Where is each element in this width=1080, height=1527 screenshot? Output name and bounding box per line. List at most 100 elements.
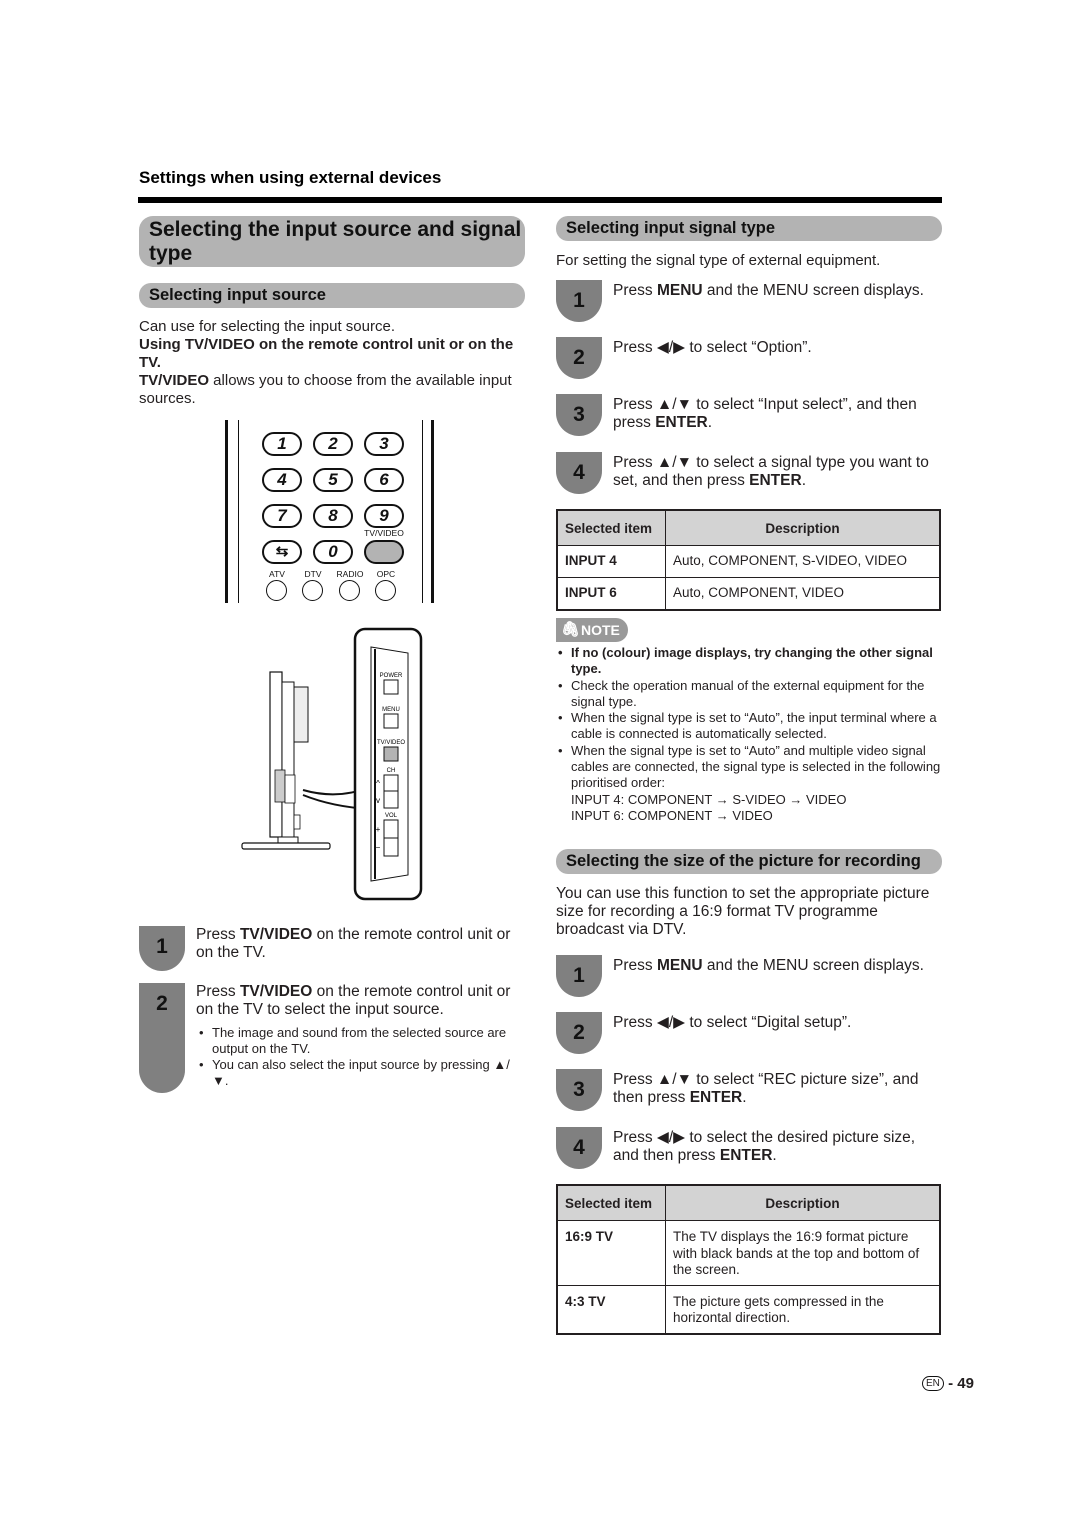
remote-button-7[interactable]: 7 <box>262 504 302 528</box>
signal-step-1: 1 Press MENU and the MENU screen display… <box>556 280 942 322</box>
intro-text: Can use for selecting the input source. <box>139 318 395 335</box>
intro-signal-type: For setting the signal type of external … <box>556 252 881 269</box>
step-text-post: and the MENU screen displays. <box>702 957 924 974</box>
rec-size-table: Selected item Description 16:9 TV The TV… <box>556 1184 941 1335</box>
table-header-selected-item: Selected item <box>556 509 666 546</box>
remote-button-2[interactable]: 2 <box>313 432 353 456</box>
step-text-pre: Press <box>196 983 240 1000</box>
step-bullet: The image and sound from the selected so… <box>199 1025 526 1057</box>
header-rule <box>138 197 942 203</box>
table-row: INPUT 4 Auto, COMPONENT, S-VIDEO, VIDEO <box>556 545 941 578</box>
note-item: If no (colour) image displays, try chang… <box>558 645 942 678</box>
step-number: 1 <box>556 955 602 997</box>
step-bullet: You can also select the input source by … <box>199 1057 526 1089</box>
ch-down-icon: v <box>376 796 380 805</box>
note-list: If no (colour) image displays, try chang… <box>557 645 942 824</box>
table-header-description: Description <box>665 1184 941 1221</box>
remote-button-6[interactable]: 6 <box>364 468 404 492</box>
tvvideo-bold: TV/VIDEO <box>139 372 210 389</box>
step-number: 3 <box>556 1069 602 1111</box>
step-text-bold: MENU <box>656 282 703 299</box>
remote-button-5[interactable]: 5 <box>313 468 353 492</box>
note-badge: 🖇 NOTE <box>556 618 628 642</box>
table-cell-item: 16:9 TV <box>556 1220 666 1286</box>
step-text: Press ◀/▶ to select “Digital setup”. <box>613 1014 943 1032</box>
table-row: 16:9 TV The TV displays the 16:9 format … <box>556 1220 941 1286</box>
step-text-bold: TV/VIDEO <box>239 983 313 1000</box>
step-text-post: . <box>772 1147 777 1164</box>
step-number: 2 <box>556 1012 602 1054</box>
tv-side-illustration: POWER MENU TV/VIDEO CH VOL ^ v + − <box>238 625 428 905</box>
step-text-bold: ENTER <box>719 1147 773 1164</box>
step-number: 3 <box>556 394 602 436</box>
step-text-pre: Press ▲/▼ to select “REC picture size”, … <box>613 1071 919 1106</box>
table-header-description: Description <box>665 509 941 546</box>
radio-label: RADIO <box>336 569 364 579</box>
subheading-rec-size: Selecting the size of the picture for re… <box>556 849 942 874</box>
rec-step-4: 4 Press ◀/▶ to select the desired pictur… <box>556 1127 942 1169</box>
step-text-bold: MENU <box>656 957 703 974</box>
vol-plus-icon: + <box>376 825 381 834</box>
step-number: 1 <box>556 280 602 322</box>
vol-label: VOL <box>385 813 398 819</box>
step-text: Press TV/VIDEO on the remote control uni… <box>196 983 526 1089</box>
remote-edge-right-inner <box>422 420 423 603</box>
dtv-button[interactable] <box>302 580 323 601</box>
remote-button-9[interactable]: 9 <box>364 504 404 528</box>
note-item: When the signal type is set to “Auto” an… <box>558 743 942 792</box>
step-number: 4 <box>556 1127 602 1169</box>
signal-type-table: Selected item Description INPUT 4 Auto, … <box>556 509 941 611</box>
note-order-line: INPUT 6: COMPONENT → VIDEO <box>571 807 773 823</box>
step-text: Press ◀/▶ to select the desired picture … <box>613 1129 943 1165</box>
step-text: Press ▲/▼ to select “Input select”, and … <box>613 396 943 432</box>
table-header-row: Selected item Description <box>556 509 941 546</box>
step-text: Press ▲/▼ to select “REC picture size”, … <box>613 1071 943 1107</box>
rec-step-1: 1 Press MENU and the MENU screen display… <box>556 955 942 997</box>
step-text: Press MENU and the MENU screen displays. <box>613 282 943 300</box>
table-header-selected-item: Selected item <box>556 1184 666 1221</box>
remote-button-0[interactable]: 0 <box>313 540 353 564</box>
step-text: Press ◀/▶ to select “Option”. <box>613 339 943 357</box>
step-text-post: . <box>707 414 713 431</box>
table-cell-item: INPUT 4 <box>556 545 666 578</box>
table-cell-item: INPUT 6 <box>556 577 666 611</box>
vol-minus-icon: − <box>376 843 381 852</box>
opc-button[interactable] <box>375 580 396 601</box>
language-badge: EN <box>922 1376 944 1391</box>
paperclip-icon: 🖇 <box>561 621 581 638</box>
subheading-signal-type: Selecting input signal type <box>556 216 942 241</box>
rec-step-3: 3 Press ▲/▼ to select “REC picture size”… <box>556 1069 942 1111</box>
step-text-post: . <box>801 472 806 489</box>
opc-label: OPC <box>376 569 396 579</box>
remote-edge-right <box>431 420 434 603</box>
step-text-bold: ENTER <box>689 1089 743 1106</box>
remote-button-4[interactable]: 4 <box>262 468 302 492</box>
remote-control-illustration: 1 2 3 4 5 6 7 8 9 TV/VIDEO ⇆ 0 ATV DTV R… <box>225 420 440 605</box>
remote-button-1[interactable]: 1 <box>262 432 302 456</box>
radio-button[interactable] <box>339 580 360 601</box>
page-title: Selecting the input source and signal ty… <box>139 216 525 267</box>
dtv-label: DTV <box>304 569 322 579</box>
intro-bold-line: Using TV/VIDEO on the remote control uni… <box>139 336 514 371</box>
remote-button-8[interactable]: 8 <box>313 504 353 528</box>
step-text-pre: Press <box>613 282 657 299</box>
remote-button-3[interactable]: 3 <box>364 432 404 456</box>
signal-step-4: 4 Press ▲/▼ to select a signal type you … <box>556 452 942 494</box>
intro-tvvideo: TV/VIDEO allows you to choose from the a… <box>139 372 529 408</box>
table-cell-description: Auto, COMPONENT, VIDEO <box>665 577 941 611</box>
table-cell-description: The TV displays the 16:9 format picture … <box>665 1220 941 1286</box>
step-text-bold: ENTER <box>655 414 708 431</box>
step-text-pre: Press ◀/▶ to select “Digital setup”. <box>613 1014 852 1031</box>
tvvideo-button[interactable] <box>364 540 404 564</box>
atv-button[interactable] <box>266 580 287 601</box>
flashback-icon: ⇆ <box>275 543 289 560</box>
intro-input-source: Can use for selecting the input source. … <box>139 318 529 408</box>
step-text-pre: Press ◀/▶ to select “Option”. <box>613 339 812 356</box>
flashback-button[interactable]: ⇆ <box>262 540 302 564</box>
tv-tvvideo-label: TV/VIDEO <box>377 740 405 746</box>
table-cell-description: The picture gets compressed in the horiz… <box>665 1284 941 1334</box>
rec-step-2: 2 Press ◀/▶ to select “Digital setup”. <box>556 1012 942 1054</box>
step-text-bold: TV/VIDEO <box>239 926 313 943</box>
atv-label: ATV <box>269 569 285 579</box>
page-number: EN - 49 <box>922 1375 974 1392</box>
